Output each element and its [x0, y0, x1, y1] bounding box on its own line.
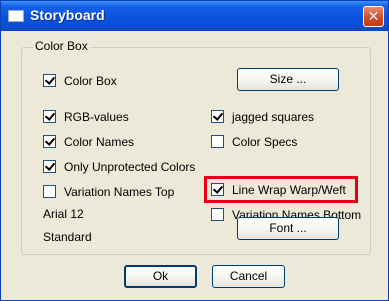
storyboard-dialog: Storyboard ✕ Color Box Color Box RGB-val… — [0, 0, 389, 301]
font-button[interactable]: Font ... — [237, 217, 339, 240]
checkbox-box[interactable] — [43, 74, 56, 87]
checkbox-variation-names-top[interactable]: Variation Names Top — [43, 184, 174, 199]
checkbox-color-names[interactable]: Color Names — [43, 134, 134, 149]
checkbox-box[interactable] — [43, 110, 56, 123]
checkbox-rgb-values[interactable]: RGB-values — [43, 109, 129, 124]
checkbox-color-specs[interactable]: Color Specs — [211, 134, 297, 149]
title-bar[interactable]: Storyboard ✕ — [1, 1, 388, 31]
window-icon — [8, 10, 24, 22]
font-style-text: Standard — [43, 230, 92, 244]
checkbox-label: Color Specs — [232, 134, 298, 149]
checkbox-label: Variation Names Top — [64, 184, 175, 199]
checkbox-label: Color Names — [64, 134, 135, 149]
group-label: Color Box — [33, 39, 90, 53]
ok-button[interactable]: Ok — [124, 265, 197, 288]
checkbox-box[interactable] — [211, 208, 224, 221]
checkbox-color-box[interactable]: Color Box — [43, 73, 117, 88]
checkbox-label: jagged squares — [232, 109, 315, 124]
size-button[interactable]: Size ... — [237, 68, 339, 91]
checkbox-box[interactable] — [211, 110, 224, 123]
cancel-button[interactable]: Cancel — [212, 265, 285, 288]
checkbox-only-unprotected-colors[interactable]: Only Unprotected Colors — [43, 159, 195, 174]
checkbox-jagged-squares[interactable]: jagged squares — [211, 109, 314, 124]
highlight-box — [204, 176, 358, 203]
window-title: Storyboard — [30, 7, 105, 23]
checkbox-label: Color Box — [64, 73, 117, 88]
checkbox-box[interactable] — [43, 185, 56, 198]
checkbox-label: Only Unprotected Colors — [64, 159, 196, 174]
checkbox-label: RGB-values — [64, 109, 129, 124]
checkbox-box[interactable] — [43, 160, 56, 173]
font-name-text: Arial 12 — [43, 207, 84, 221]
checkbox-box[interactable] — [43, 135, 56, 148]
close-button[interactable]: ✕ — [363, 6, 384, 27]
checkbox-box[interactable] — [211, 135, 224, 148]
